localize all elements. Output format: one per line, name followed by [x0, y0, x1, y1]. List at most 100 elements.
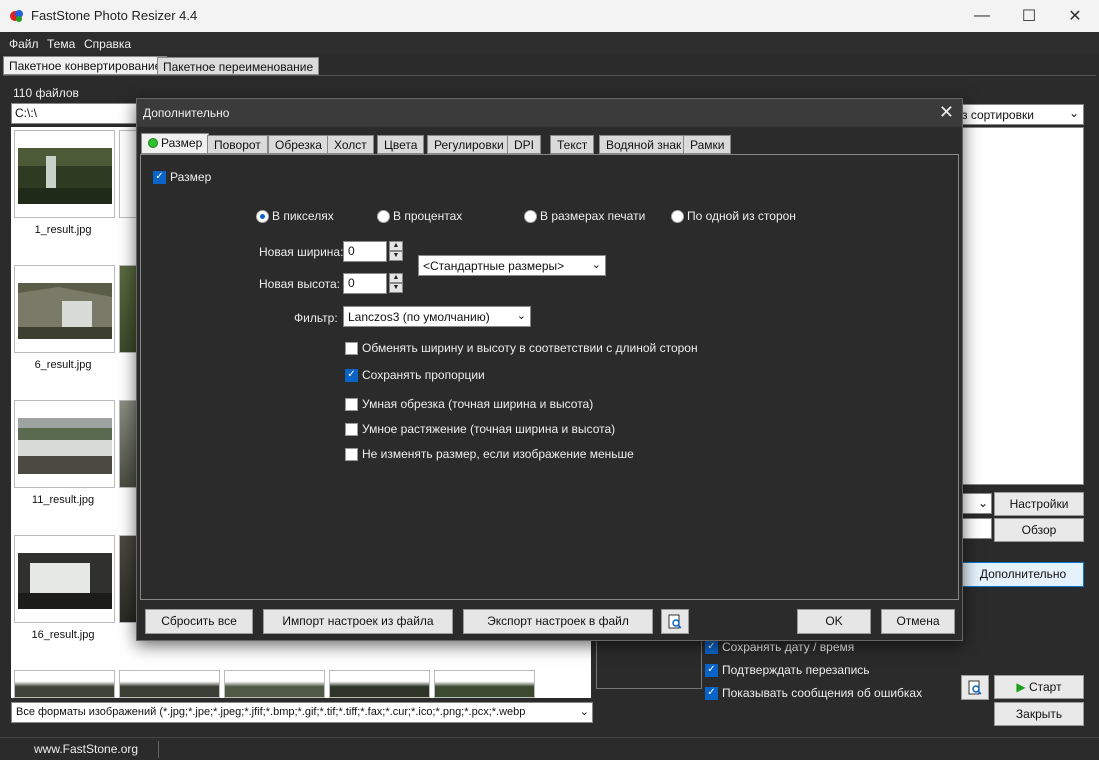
import-settings-button[interactable]: Импорт настроек из файла	[263, 609, 453, 634]
menu-theme[interactable]: Тема	[47, 37, 75, 51]
height-input[interactable]: 0	[343, 273, 387, 294]
thumbnail-item[interactable]: 6_result.jpg	[11, 262, 115, 386]
website-link[interactable]: www.FastStone.org	[34, 742, 138, 756]
reset-all-button[interactable]: Сбросить все	[145, 609, 253, 634]
export-settings-button[interactable]: Экспорт настроек в файл	[463, 609, 653, 634]
active-dot-icon	[148, 138, 158, 148]
menu-file[interactable]: Файл	[9, 37, 39, 51]
formats-filter-combo[interactable]: Все форматы изображений (*.jpg;*.jpe;*.j…	[11, 702, 593, 723]
path-combo[interactable]: C:\:\	[11, 103, 139, 124]
tab-resize-label: Размер	[161, 136, 203, 150]
chevron-down-icon: ⌄	[1068, 106, 1079, 120]
thumbnail-item[interactable]: 1_result.jpg	[11, 127, 115, 251]
height-spinner[interactable]: ▲ ▼	[389, 273, 403, 294]
mode-one-side-radio[interactable]: По одной из сторон	[671, 209, 796, 223]
smart-stretch-label: Умное растяжение (точная ширина и высота…	[362, 422, 616, 436]
radio-selected-icon	[256, 209, 269, 223]
thumbnail-label: 1_result.jpg	[34, 224, 92, 236]
browse-button[interactable]: Обзор	[994, 518, 1084, 542]
window-title: FastStone Photo Resizer 4.4	[31, 8, 198, 23]
close-window-button[interactable]: ✕	[1052, 0, 1098, 32]
swap-dimensions-label: Обменять ширину и высоту в соответствии …	[362, 341, 698, 355]
preview-area	[596, 640, 702, 689]
checkbox-icon	[345, 397, 358, 411]
spin-up-icon[interactable]: ▲	[389, 273, 403, 283]
sort-combo[interactable]: з сортировки ⌄	[958, 104, 1084, 125]
cancel-button[interactable]: Отмена	[881, 609, 955, 634]
preview-button[interactable]	[961, 675, 989, 700]
tab-rotate[interactable]: Поворот	[207, 135, 268, 154]
tab-crop[interactable]: Обрезка	[268, 135, 329, 154]
tab-borders[interactable]: Рамки	[683, 135, 732, 154]
tab-resize[interactable]: Размер	[141, 133, 210, 154]
checkbox-checked-icon: ✓	[705, 640, 718, 654]
output-folder-input[interactable]	[960, 518, 992, 539]
confirm-overwrite-checkbox[interactable]: ✓ Подтверждать перезапись	[705, 663, 870, 677]
spin-down-icon[interactable]: ▼	[389, 251, 403, 261]
tab-batch-rename[interactable]: Пакетное переименование	[157, 57, 320, 75]
keep-date-checkbox[interactable]: ✓ Сохранять дату / время	[705, 640, 854, 654]
standard-sizes-combo[interactable]: <Стандартные размеры> ⌄	[418, 255, 606, 276]
show-errors-label: Показывать сообщения об ошибках	[722, 686, 923, 700]
tab-canvas[interactable]: Холст	[327, 135, 374, 154]
app-icon	[10, 10, 23, 22]
thumbnail-image	[18, 148, 112, 204]
thumbnail-frame	[119, 670, 220, 698]
standard-sizes-value: <Стандартные размеры>	[423, 259, 565, 273]
output-list[interactable]	[958, 127, 1084, 485]
ok-button[interactable]: OK	[797, 609, 871, 634]
show-errors-checkbox[interactable]: ✓ Показывать сообщения об ошибках	[705, 686, 922, 700]
smart-stretch-checkbox[interactable]: Умное растяжение (точная ширина и высота…	[345, 422, 615, 436]
spin-down-icon[interactable]: ▼	[389, 283, 403, 293]
dialog-close-icon[interactable]: ✕	[939, 102, 954, 123]
resize-enable-checkbox[interactable]: ✓ Размер	[153, 170, 211, 184]
close-button[interactable]: Закрыть	[994, 702, 1084, 726]
radio-icon	[377, 209, 390, 223]
advanced-button[interactable]: Дополнительно	[962, 562, 1084, 587]
height-label: Новая высота:	[259, 277, 340, 291]
width-input[interactable]: 0	[343, 241, 387, 262]
preview-magnifier-icon	[668, 614, 682, 629]
mode-percent-radio[interactable]: В процентах	[377, 209, 462, 223]
checkbox-checked-icon: ✓	[705, 686, 718, 700]
thumbnail-frame	[434, 670, 535, 698]
advanced-dialog: Дополнительно ✕ Размер Поворот Обрезка Х…	[136, 98, 963, 641]
chevron-down-icon: ⌄	[579, 706, 589, 718]
tab-dpi[interactable]: DPI	[507, 135, 542, 154]
thumbnail-label: 11_result.jpg	[31, 494, 95, 506]
swap-dimensions-checkbox[interactable]: Обменять ширину и высоту в соответствии …	[345, 341, 698, 355]
dialog-preview-button[interactable]	[661, 609, 689, 634]
menu-help[interactable]: Справка	[84, 37, 131, 51]
play-icon: ▶	[1016, 680, 1026, 694]
filter-combo[interactable]: Lanczos3 (по умолчанию) ⌄	[343, 306, 531, 327]
width-spinner[interactable]: ▲ ▼	[389, 241, 403, 262]
thumbnail-frame	[14, 265, 115, 353]
minimize-button[interactable]: —	[959, 0, 1005, 32]
start-button[interactable]: ▶ Старт	[994, 675, 1084, 699]
keep-aspect-checkbox[interactable]: ✓ Сохранять пропорции	[345, 368, 485, 382]
smart-crop-checkbox[interactable]: Умная обрезка (точная ширина и высота)	[345, 397, 593, 411]
tab-watermark[interactable]: Водяной знак	[599, 135, 689, 154]
keep-aspect-label: Сохранять пропорции	[362, 368, 485, 382]
tab-text[interactable]: Текст	[550, 135, 595, 154]
no-upscale-checkbox[interactable]: Не изменять размер, если изображение мен…	[345, 447, 634, 461]
thumbnail-frame	[14, 130, 115, 218]
maximize-button[interactable]: ☐	[1006, 0, 1052, 32]
tab-batch-convert[interactable]: Пакетное конвертирование	[3, 56, 168, 75]
output-format-combo[interactable]: ⌄	[960, 493, 992, 514]
radio-icon	[524, 209, 537, 223]
files-count: 110 файлов	[13, 86, 79, 100]
tab-adjustments[interactable]: Регулировки	[427, 135, 511, 154]
chevron-down-icon: ⌄	[977, 496, 988, 510]
thumbnail-item[interactable]: 11_result.jpg	[11, 397, 115, 521]
checkbox-icon	[345, 341, 358, 355]
settings-button[interactable]: Настройки	[994, 492, 1084, 516]
confirm-overwrite-label: Подтверждать перезапись	[722, 663, 870, 677]
tab-colors[interactable]: Цвета	[377, 135, 425, 154]
thumbnail-item[interactable]: 16_result.jpg	[11, 532, 115, 656]
chevron-down-icon: ⌄	[516, 310, 526, 322]
mode-pixels-radio[interactable]: В пикселях	[256, 209, 334, 223]
spin-up-icon[interactable]: ▲	[389, 241, 403, 251]
mode-print-size-radio[interactable]: В размерах печати	[524, 209, 645, 223]
thumbnail-frame	[14, 400, 115, 488]
